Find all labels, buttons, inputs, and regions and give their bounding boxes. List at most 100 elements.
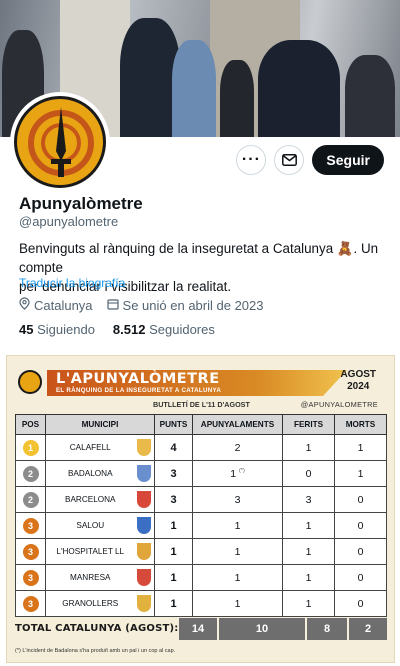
column-header: FERITS [282, 414, 335, 435]
morts-cell: 0 [334, 564, 387, 591]
following-link[interactable]: 45 Siguiendo [19, 322, 95, 337]
morts-cell: 0 [334, 538, 387, 565]
municipality-crest-icon [137, 595, 152, 612]
card-period: AGOST 2024 [340, 369, 376, 393]
table-row: 3 L'HOSPITALET LL 1 1 10 [15, 538, 387, 565]
following-count: 45 [19, 322, 34, 337]
apunyalaments-value: 3 [234, 493, 241, 506]
morts-cell: 1 [334, 460, 387, 487]
profile-meta: Catalunya Se unió en abril de 2023 [19, 297, 264, 313]
followers-count: 8.512 [112, 322, 146, 337]
apunyalaments-value: 1 [234, 519, 241, 532]
total-apunyalaments: 10 [219, 618, 305, 640]
profile-handle: @apunyalometre [19, 214, 119, 229]
apunyalaments-cell: 2 [192, 434, 283, 461]
position-badge: 3 [22, 569, 39, 586]
table-header-row: POS MUNICIPI PUNTS APUNYALAMENTS FERITS … [15, 414, 387, 435]
morts-cell: 1 [334, 434, 387, 461]
banner-man-suit [258, 40, 340, 137]
total-row: TOTAL CATALUNYA (AGOST): 14 10 8 2 [15, 618, 387, 640]
bio-line: Benvinguts al rànquing de la inseguretat… [19, 241, 379, 275]
column-header: POS [15, 414, 46, 435]
municipi-cell: MANRESA [45, 564, 135, 591]
card-header: L'APUNYALÒMETRE EL RÀNQUING DE LA INSEGU… [7, 362, 396, 398]
location: Catalunya [19, 297, 93, 313]
apunyalaments-cell: 1 [192, 512, 283, 539]
municipi-cell: BADALONA [45, 460, 135, 487]
dagger-logo-icon [14, 96, 106, 188]
ferits-cell: 1 [282, 590, 335, 617]
municipi-cell: SALOU [45, 512, 135, 539]
pos-cell: 1 [15, 434, 46, 461]
message-button[interactable] [274, 145, 305, 175]
total-punts: 14 [179, 618, 217, 640]
pos-cell: 3 [15, 512, 46, 539]
pos-cell: 3 [15, 590, 46, 617]
municipality-crest-icon [137, 543, 152, 560]
note-marker: (*) [238, 467, 245, 474]
municipi-cell: L'HOSPITALET LL [45, 538, 135, 565]
pos-cell: 2 [15, 460, 46, 487]
crest-cell [134, 564, 155, 591]
ferits-cell: 3 [282, 486, 335, 513]
municipality-crest-icon [137, 465, 152, 482]
followers-link[interactable]: 8.512 Seguidores [113, 322, 215, 337]
morts-cell: 0 [334, 590, 387, 617]
punts-cell: 3 [154, 460, 193, 487]
municipality-crest-icon [137, 569, 152, 586]
pos-cell: 3 [15, 564, 46, 591]
total-morts: 2 [349, 618, 387, 640]
punts-cell: 1 [154, 538, 193, 565]
card-subtitle: EL RÀNQUING DE LA INSEGURETAT A CATALUNY… [56, 387, 222, 394]
card-year: 2024 [347, 381, 370, 392]
apunyalaments-value: 1 [234, 597, 241, 610]
ferits-cell: 1 [282, 564, 335, 591]
profile-avatar[interactable] [10, 92, 110, 192]
apunyalaments-cell: 1 (*) [192, 460, 283, 487]
card-title: L'APUNYALÒMETRE [56, 371, 220, 387]
position-badge: 1 [22, 439, 39, 456]
crest-cell [134, 486, 155, 513]
position-badge: 2 [22, 491, 39, 508]
column-header: MORTS [334, 414, 387, 435]
pos-cell: 3 [15, 538, 46, 565]
follow-button[interactable]: Seguir [312, 145, 384, 175]
municipi-cell: CALAFELL [45, 434, 135, 461]
pos-cell: 2 [15, 486, 46, 513]
profile-name: Apunyalòmetre [19, 194, 143, 213]
ranking-card[interactable]: L'APUNYALÒMETRE EL RÀNQUING DE LA INSEGU… [6, 355, 395, 663]
punts-cell: 4 [154, 434, 193, 461]
apunyalaments-value: 1 [234, 545, 241, 558]
morts-cell: 0 [334, 486, 387, 513]
apunyalaments-value: 2 [234, 441, 241, 454]
total-label: TOTAL CATALUNYA (AGOST): [15, 623, 179, 634]
apunyalaments-cell: 1 [192, 564, 283, 591]
table-row: 2 BARCELONA 3 3 30 [15, 486, 387, 513]
profile-actions: ··· Seguir [236, 145, 384, 175]
apunyalaments-cell: 3 [192, 486, 283, 513]
apunyalaments-cell: 1 [192, 538, 283, 565]
ferits-cell: 1 [282, 434, 335, 461]
translate-bio-link[interactable]: Traducir la biografía [19, 276, 125, 290]
position-badge: 2 [22, 465, 39, 482]
crest-cell [134, 460, 155, 487]
municipality-crest-icon [137, 517, 152, 534]
dagger-logo-icon [18, 370, 42, 394]
calendar-icon [106, 298, 119, 313]
profile-stats: 45 Siguiendo 8.512 Seguidores [19, 322, 215, 337]
crest-cell [134, 434, 155, 461]
punts-cell: 3 [154, 486, 193, 513]
location-pin-icon [19, 297, 30, 313]
crest-cell [134, 538, 155, 565]
municipi-cell: GRANOLLERS [45, 590, 135, 617]
banner-person [345, 55, 395, 137]
card-handle: @APUNYALOMETRE [300, 400, 378, 409]
envelope-icon [281, 154, 297, 166]
table-row: 2 BADALONA 3 1 (*) 0 1 [15, 460, 387, 487]
ferits-cell: 1 [282, 538, 335, 565]
crest-cell [134, 590, 155, 617]
more-options-button[interactable]: ··· [236, 145, 267, 175]
card-month: AGOST [340, 369, 376, 380]
table-row: 3 GRANOLLERS 1 1 10 [15, 590, 387, 617]
banner-police-officer [120, 18, 180, 137]
